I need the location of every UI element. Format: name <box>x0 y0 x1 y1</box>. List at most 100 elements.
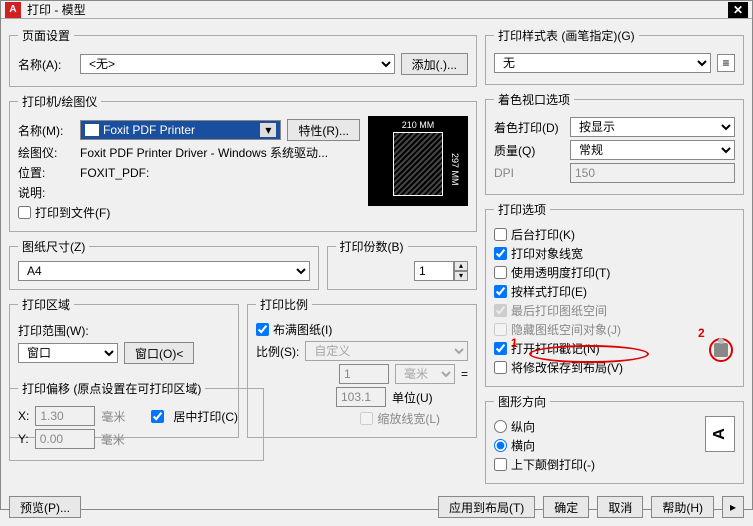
shaded-vp-group: 着色视口选项 着色打印(D) 按显示 质量(Q) 常规 DPI <box>485 91 744 195</box>
chevron-right-icon: ▸ <box>730 500 736 514</box>
plotter-label: 绘图仪: <box>18 144 74 161</box>
scale-den-input <box>336 387 386 407</box>
preview-button[interactable]: 预览(P)... <box>9 496 81 518</box>
paper-size-legend: 图纸尺寸(Z) <box>18 238 89 255</box>
quality-select[interactable]: 常规 <box>570 140 735 160</box>
landscape-radio[interactable] <box>494 439 507 452</box>
pen-icon: ≡ <box>722 56 729 70</box>
where-label: 位置: <box>18 164 74 181</box>
orientation-preview: A <box>705 416 735 452</box>
opt-paperlast-checkbox <box>494 304 507 317</box>
shade-label: 着色打印(D) <box>494 119 564 136</box>
plotter-value: Foxit PDF Printer Driver - Windows 系统驱动.… <box>80 144 328 161</box>
paper-size-group: 图纸尺寸(Z) A4 <box>9 238 319 290</box>
opt-bg-checkbox[interactable] <box>494 228 507 241</box>
fit-to-paper-label: 布满图纸(I) <box>273 321 332 338</box>
scale-num-input <box>339 364 389 384</box>
opt-lw-checkbox[interactable] <box>494 247 507 260</box>
opt-hide-checkbox <box>494 323 507 336</box>
offset-legend: 打印偏移 (原点设置在可打印区域) <box>18 380 205 397</box>
paper-height-label: 297 MM <box>450 153 460 186</box>
shade-select[interactable]: 按显示 <box>570 117 735 137</box>
page-name-label: 名称(A): <box>18 56 74 73</box>
copies-group: 打印份数(B) ▴ ▾ <box>327 238 478 290</box>
window-title: 打印 - 模型 <box>27 1 728 18</box>
paper-preview: 210 MM 297 MM <box>368 116 468 206</box>
offset-x-input <box>35 406 95 426</box>
printer-props-button[interactable]: 特性(R)... <box>287 119 360 141</box>
copies-legend: 打印份数(B) <box>336 238 408 255</box>
opt-styles-checkbox[interactable] <box>494 285 507 298</box>
dpi-label: DPI <box>494 166 564 180</box>
opt-stamp-label: 打开打印戳记(N) <box>511 340 600 357</box>
style-edit-button[interactable]: ≡ <box>717 54 735 72</box>
print-to-file-checkbox[interactable] <box>18 206 31 219</box>
desc-label: 说明: <box>18 184 74 201</box>
offset-group: 打印偏移 (原点设置在可打印区域) X: 毫米 居中打印(C) Y: 毫米 <box>9 380 264 461</box>
upside-checkbox[interactable] <box>494 458 507 471</box>
style-table-group: 打印样式表 (画笔指定)(G) 无 ≡ <box>485 27 744 85</box>
scale-select: 自定义 <box>305 341 468 361</box>
plot-scale-legend: 打印比例 <box>256 296 312 313</box>
ok-button[interactable]: 确定 <box>543 496 589 518</box>
quality-label: 质量(Q) <box>494 142 564 159</box>
portrait-radio[interactable] <box>494 420 507 433</box>
opt-save-checkbox[interactable] <box>494 361 507 374</box>
center-checkbox[interactable] <box>151 410 164 423</box>
offset-x-unit: 毫米 <box>101 408 125 425</box>
opt-stamp-checkbox[interactable] <box>494 342 507 355</box>
cancel-button[interactable]: 取消 <box>597 496 643 518</box>
window-pick-button[interactable]: 窗口(O)< <box>124 342 194 364</box>
print-to-file-label: 打印到文件(F) <box>35 204 110 221</box>
plot-what-select[interactable]: 窗口 <box>18 343 118 363</box>
stamp-settings-button[interactable] <box>709 338 733 362</box>
offset-x-label: X: <box>18 409 29 423</box>
copies-up[interactable]: ▴ <box>454 261 468 271</box>
opt-paperlast-label: 最后打印图纸空间 <box>511 302 607 319</box>
plot-scale-group: 打印比例 布满图纸(I) 比例(S): 自定义 毫米 = <box>247 296 477 438</box>
scale-equals: = <box>461 367 468 381</box>
center-label: 居中打印(C) <box>173 408 238 425</box>
page-setup-legend: 页面设置 <box>18 27 74 44</box>
scale-lw-checkbox <box>360 412 373 425</box>
paper-size-select[interactable]: A4 <box>18 261 310 281</box>
copies-input[interactable] <box>414 261 454 281</box>
orientation-group: 图形方向 纵向 横向 上下颠倒打印(-) A <box>485 393 744 484</box>
opt-lw-label: 打印对象线宽 <box>511 245 583 262</box>
apply-layout-button[interactable]: 应用到布局(T) <box>438 496 535 518</box>
stamp-icon <box>714 343 728 357</box>
plot-what-label: 打印范围(W): <box>18 322 89 339</box>
opt-hide-label: 隐藏图纸空间对象(J) <box>511 321 621 338</box>
paper-width-label: 210 MM <box>402 120 435 130</box>
upside-label: 上下颠倒打印(-) <box>511 456 595 473</box>
expand-button[interactable]: ▸ <box>722 496 744 518</box>
page-name-select[interactable]: <无> <box>80 54 395 74</box>
style-table-legend: 打印样式表 (画笔指定)(G) <box>494 27 639 44</box>
where-value: FOXIT_PDF: <box>80 166 149 180</box>
scale-unit-select: 毫米 <box>395 364 455 384</box>
plot-options-legend: 打印选项 <box>494 201 550 218</box>
printer-icon <box>85 124 99 136</box>
printer-name-label: 名称(M): <box>18 122 74 139</box>
printer-name-select[interactable]: Foxit PDF Printer <box>80 120 281 140</box>
printer-group: 打印机/绘图仪 名称(M): Foxit PDF Printer 特性(R)..… <box>9 93 477 232</box>
opt-styles-label: 按样式打印(E) <box>511 283 587 300</box>
portrait-label: 纵向 <box>511 418 535 435</box>
orientation-legend: 图形方向 <box>494 393 550 410</box>
offset-y-unit: 毫米 <box>101 431 125 448</box>
page-add-button[interactable]: 添加(.)... <box>401 53 468 75</box>
plot-area-legend: 打印区域 <box>18 296 74 313</box>
opt-trans-checkbox[interactable] <box>494 266 507 279</box>
landscape-label: 横向 <box>511 437 535 454</box>
printer-legend: 打印机/绘图仪 <box>18 93 101 110</box>
style-table-select[interactable]: 无 <box>494 53 711 73</box>
close-button[interactable]: ✕ <box>728 2 748 18</box>
plot-options-group: 打印选项 后台打印(K) 打印对象线宽 使用透明度打印(T) 按样式打印(E) … <box>485 201 744 387</box>
app-logo-icon: A <box>5 2 21 18</box>
opt-save-label: 将修改保存到布局(V) <box>511 359 623 376</box>
page-setup-group: 页面设置 名称(A): <无> 添加(.)... <box>9 27 477 87</box>
help-button[interactable]: 帮助(H) <box>651 496 714 518</box>
shaded-vp-legend: 着色视口选项 <box>494 91 574 108</box>
copies-down[interactable]: ▾ <box>454 271 468 281</box>
fit-to-paper-checkbox[interactable] <box>256 323 269 336</box>
